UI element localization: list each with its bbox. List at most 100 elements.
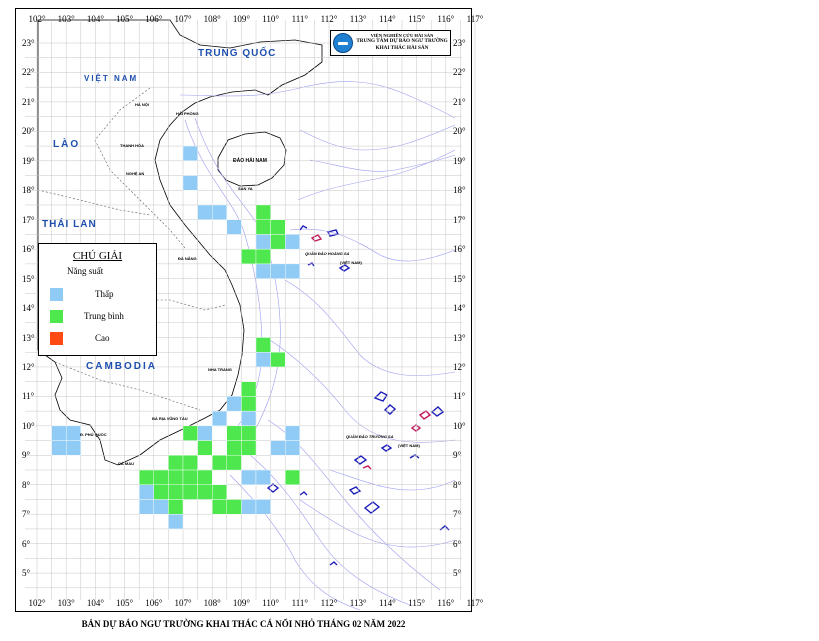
forecast-cell-medium bbox=[153, 469, 169, 485]
forecast-cell-low bbox=[285, 234, 301, 250]
y-tick-label: 22° bbox=[22, 67, 35, 78]
forecast-cell-low bbox=[168, 514, 184, 530]
x-tick-label: 111° bbox=[291, 14, 309, 24]
city-thanhhoa: THANH HÓA bbox=[120, 143, 144, 148]
map-title: BẢN DỰ BÁO NGƯ TRƯỜNG KHAI THÁC CÁ NỔI N… bbox=[81, 619, 406, 629]
forecast-cell-low bbox=[241, 469, 257, 485]
x-tick-label: 102° bbox=[28, 14, 46, 24]
forecast-cell-medium bbox=[241, 440, 257, 456]
x-tick-label: 109° bbox=[232, 598, 250, 608]
city-haiphong: HẢI PHÒNG bbox=[176, 111, 199, 116]
y-tick-label: 20° bbox=[453, 126, 466, 137]
forecast-cell-medium bbox=[153, 484, 169, 500]
forecast-cell-medium bbox=[211, 484, 227, 500]
y-tick-label: 19° bbox=[22, 155, 35, 166]
forecast-cell-low bbox=[211, 410, 227, 427]
x-tick-label: 116° bbox=[437, 14, 455, 24]
y-tick-label: 9° bbox=[22, 450, 31, 461]
forecast-cell-low bbox=[285, 263, 301, 279]
x-tick-label: 111° bbox=[291, 598, 309, 608]
y-tick-label: 14° bbox=[22, 303, 35, 314]
x-tick-label: 107° bbox=[174, 598, 192, 608]
forecast-cell-low bbox=[255, 469, 271, 485]
x-tick-label: 108° bbox=[203, 14, 221, 24]
city-sanya: SAN YA bbox=[238, 186, 253, 191]
forecast-cell-low bbox=[270, 263, 286, 279]
forecast-cell-medium bbox=[241, 396, 257, 412]
forecast-cell-medium bbox=[197, 469, 213, 485]
forecast-cell-medium bbox=[255, 337, 271, 353]
forecast-cell-medium bbox=[255, 204, 271, 220]
y-tick-label: 19° bbox=[453, 155, 466, 166]
forecast-cell-medium bbox=[211, 499, 227, 515]
x-tick-label: 113° bbox=[349, 598, 367, 608]
forecast-cell-low bbox=[197, 204, 213, 220]
forecast-cell-low bbox=[241, 499, 257, 515]
legend-swatch-low bbox=[50, 288, 63, 301]
legend-label-low: Thấp bbox=[95, 289, 114, 299]
institute-emblem-icon bbox=[333, 33, 353, 53]
x-tick-label: 106° bbox=[145, 598, 163, 608]
forecast-cell-low bbox=[211, 204, 227, 220]
label-china: TRUNG QUỐC bbox=[198, 48, 277, 59]
label-cambodia: CAMBODIA bbox=[86, 361, 157, 372]
x-tick-label: 109° bbox=[232, 14, 250, 24]
forecast-cell-medium bbox=[226, 499, 242, 515]
x-tick-label: 110° bbox=[262, 598, 279, 608]
forecast-cell-low bbox=[138, 499, 154, 515]
legend-subtitle: Năng suất bbox=[67, 266, 104, 276]
y-tick-label: 20° bbox=[22, 126, 35, 137]
forecast-cell-medium bbox=[241, 248, 257, 265]
forecast-cell-medium bbox=[270, 352, 286, 368]
y-tick-label: 13° bbox=[22, 332, 35, 343]
y-tick-label: 10° bbox=[453, 420, 466, 431]
forecast-cell-medium bbox=[255, 219, 271, 235]
forecast-cell-low bbox=[197, 425, 213, 441]
x-tick-label: 106° bbox=[145, 14, 163, 24]
forecast-cell-low bbox=[270, 440, 286, 456]
forecast-cell-low bbox=[182, 145, 198, 161]
label-laos: LÀO bbox=[53, 139, 81, 150]
forecast-cell-low bbox=[65, 425, 81, 441]
y-tick-label: 14° bbox=[453, 303, 466, 314]
y-tick-label: 18° bbox=[453, 185, 466, 196]
forecast-cell-low bbox=[65, 440, 81, 456]
forecast-cell-medium bbox=[226, 425, 242, 441]
y-tick-label: 21° bbox=[22, 96, 35, 107]
forecast-cell-low bbox=[285, 425, 301, 441]
x-tick-label: 115° bbox=[408, 14, 425, 24]
forecast-cell-low bbox=[241, 410, 257, 427]
forecast-cell-low bbox=[255, 263, 271, 279]
y-tick-label: 12° bbox=[453, 361, 466, 372]
institute-name-line2: KHAI THÁC HẢI SẢN bbox=[375, 45, 429, 51]
forecast-cell-medium bbox=[168, 499, 184, 515]
legend-label-high: Cao bbox=[95, 333, 110, 343]
forecast-cell-medium bbox=[226, 440, 242, 456]
city-vungtau: BÀ RỊA VŨNG TÀU bbox=[152, 416, 188, 421]
x-tick-label: 103° bbox=[57, 14, 75, 24]
forecast-cell-low bbox=[255, 352, 271, 368]
y-tick-label: 23° bbox=[22, 38, 35, 48]
y-tick-label: 11° bbox=[22, 391, 35, 402]
y-tick-label: 9° bbox=[453, 450, 462, 461]
y-tick-label: 18° bbox=[22, 185, 35, 196]
institute-name-line1: TRUNG TÂM DỰ BÁO NGƯ TRƯỜNG bbox=[356, 38, 448, 44]
forecast-cell-medium bbox=[285, 469, 301, 485]
y-tick-label: 16° bbox=[22, 244, 35, 255]
x-tick-label: 108° bbox=[203, 598, 221, 608]
x-tick-label: 110° bbox=[262, 14, 279, 24]
y-tick-label: 8° bbox=[453, 479, 462, 490]
y-tick-label: 5° bbox=[22, 568, 31, 579]
forecast-cell-medium bbox=[226, 455, 242, 471]
legend-swatch-high bbox=[50, 332, 63, 345]
y-tick-label: 21° bbox=[453, 96, 466, 107]
x-tick-label: 117° bbox=[466, 598, 484, 608]
forecast-cell-medium bbox=[197, 440, 213, 456]
city-nhatrang: NHA TRANG bbox=[208, 367, 232, 372]
legend-swatch-medium bbox=[50, 310, 63, 323]
x-tick-label: 114° bbox=[379, 598, 396, 608]
y-tick-label: 16° bbox=[453, 244, 466, 255]
y-tick-label: 6° bbox=[22, 538, 31, 549]
forecast-cell-low bbox=[182, 175, 198, 191]
y-tick-label: 10° bbox=[22, 420, 35, 431]
